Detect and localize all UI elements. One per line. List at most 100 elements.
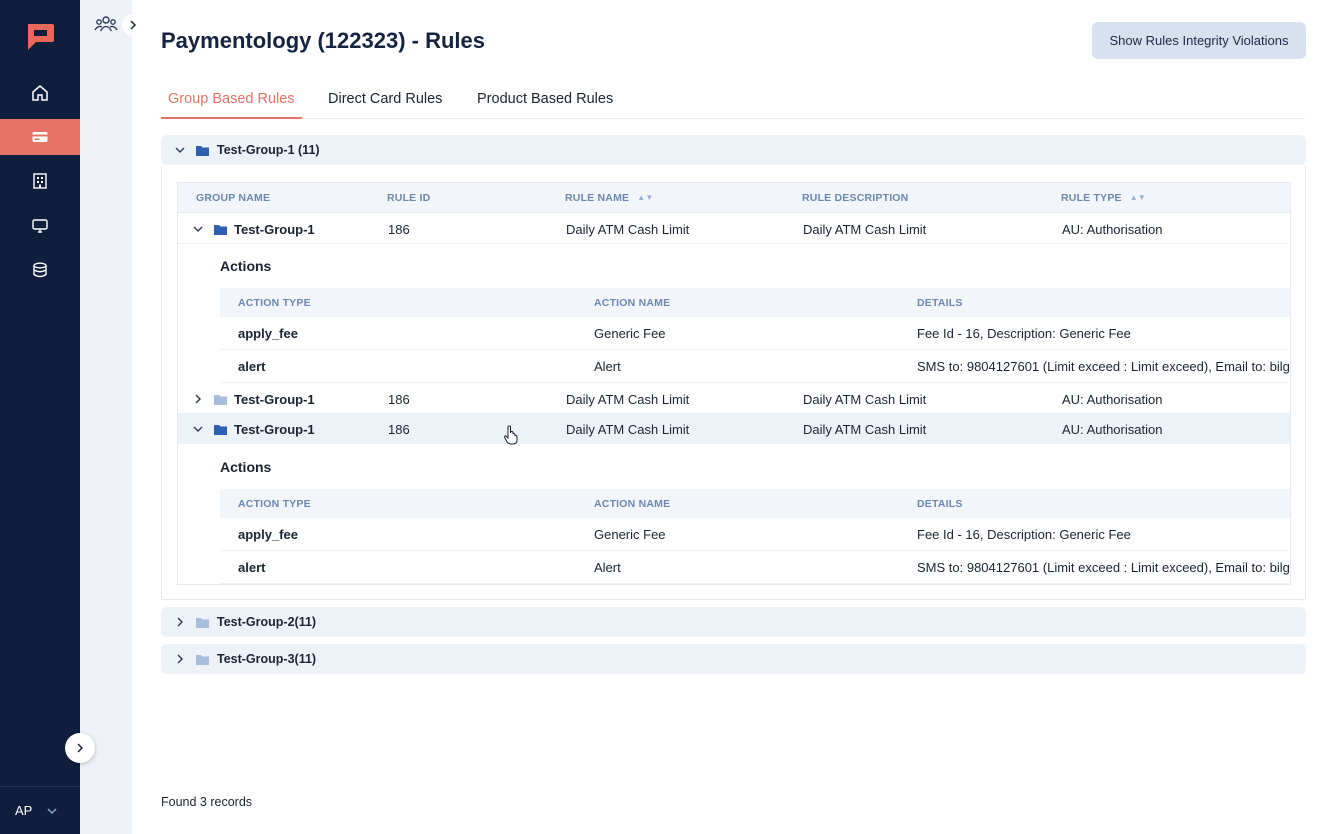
rule-type-cell: AU: Authorisation xyxy=(1062,222,1163,237)
column-header-rule-name[interactable]: RULE NAME ▲▼ xyxy=(565,192,653,204)
chevron-down-icon[interactable] xyxy=(192,223,204,235)
rule-description-cell: Daily ATM Cash Limit xyxy=(803,392,927,407)
chevron-right-icon xyxy=(177,654,183,664)
database-icon xyxy=(33,262,47,278)
page-title: Paymentology (122323) - Rules xyxy=(161,28,486,53)
user-initials: AP xyxy=(15,803,33,818)
chevron-right-icon[interactable] xyxy=(192,393,204,405)
action-name-cell: Alert xyxy=(594,560,621,575)
group-panel: Test-Group-1 (11) xyxy=(161,135,1306,165)
chevron-right-icon xyxy=(177,617,183,627)
rules-table: GROUP NAME RULE ID RULE NAME ▲▼ RULE DESC… xyxy=(177,182,1291,585)
rule-name-cell: Daily ATM Cash Limit xyxy=(566,422,690,437)
column-header-action-type: ACTION TYPE xyxy=(238,297,311,309)
table-row[interactable]: Test-Group-1 186 Daily ATM Cash Limit Da… xyxy=(178,384,1290,414)
chevron-right-icon xyxy=(130,20,137,30)
rule-type-cell: AU: Authorisation xyxy=(1062,392,1163,407)
actions-table-header: ACTION TYPE ACTION NAME DETAILS xyxy=(220,288,1290,317)
monitor-icon xyxy=(32,219,48,233)
show-violations-button[interactable]: Show Rules Integrity Violations xyxy=(1092,22,1306,59)
action-row: alert Alert SMS to: 9804127601 (Limit ex… xyxy=(220,551,1290,584)
column-header-action-name: ACTION NAME xyxy=(594,498,671,510)
column-header-label: RULE NAME xyxy=(565,192,630,204)
group-name-cell: Test-Group-1 xyxy=(234,422,315,437)
nav-terminals[interactable] xyxy=(0,208,80,244)
tab-direct-card-rules[interactable]: Direct Card Rules xyxy=(328,91,442,119)
group-name-cell: Test-Group-1 xyxy=(234,392,315,407)
column-header-group-name: GROUP NAME xyxy=(196,192,271,204)
column-header-action-type: ACTION TYPE xyxy=(238,498,311,510)
nav-data[interactable] xyxy=(0,252,80,288)
folder-icon xyxy=(196,617,209,628)
rule-id-cell: 186 xyxy=(388,222,410,237)
home-icon xyxy=(32,85,48,101)
folder-icon xyxy=(214,225,227,235)
rules-tabs: Group Based Rules Direct Card Rules Prod… xyxy=(161,82,1305,119)
nav-organisations[interactable] xyxy=(0,163,80,199)
tab-group-based-rules[interactable]: Group Based Rules xyxy=(161,91,302,119)
group-header[interactable]: Test-Group-2(11) xyxy=(161,607,1306,637)
expand-sidebar-button[interactable] xyxy=(65,733,95,763)
action-type-cell: alert xyxy=(238,359,266,374)
group-name-cell: Test-Group-1 xyxy=(234,222,315,237)
paymentology-logo[interactable] xyxy=(24,22,56,52)
actions-title: Actions xyxy=(220,459,272,475)
column-header-details: DETAILS xyxy=(917,498,963,510)
action-type-cell: apply_fee xyxy=(238,527,298,542)
rule-id-cell: 186 xyxy=(388,392,410,407)
action-name-cell: Generic Fee xyxy=(594,326,666,341)
rule-name-cell: Daily ATM Cash Limit xyxy=(566,392,690,407)
left-navigation: AP xyxy=(0,0,80,834)
action-type-cell: apply_fee xyxy=(238,326,298,341)
actions-table-header: ACTION TYPE ACTION NAME DETAILS xyxy=(220,489,1290,518)
group-header[interactable]: Test-Group-1 (11) xyxy=(161,135,1306,165)
rule-type-cell: AU: Authorisation xyxy=(1062,422,1163,437)
column-header-label: RULE TYPE xyxy=(1061,192,1122,204)
action-details-cell: SMS to: 9804127601 (Limit exceed : Limit… xyxy=(917,359,1291,374)
nav-home[interactable] xyxy=(0,75,80,111)
folder-icon xyxy=(196,145,209,156)
table-row[interactable]: Test-Group-1 186 Daily ATM Cash Limit Da… xyxy=(178,414,1290,444)
chevron-down-icon xyxy=(175,147,185,153)
group-header[interactable]: Test-Group-3(11) xyxy=(161,644,1306,674)
sort-icon[interactable]: ▲▼ xyxy=(1130,193,1146,202)
rule-description-cell: Daily ATM Cash Limit xyxy=(803,222,927,237)
rule-id-cell: 186 xyxy=(388,422,410,437)
group-panel: Test-Group-3(11) xyxy=(161,644,1306,674)
column-header-details: DETAILS xyxy=(917,297,963,309)
records-count: Found 3 records xyxy=(161,795,253,809)
table-header: GROUP NAME RULE ID RULE NAME ▲▼ RULE DESC… xyxy=(178,183,1290,213)
expand-rail-button[interactable] xyxy=(122,14,144,36)
users-group-icon[interactable] xyxy=(94,14,118,36)
chevron-down-icon xyxy=(47,807,57,814)
group-label: Test-Group-2(11) xyxy=(217,615,317,629)
folder-icon xyxy=(214,425,227,435)
column-header-action-name: ACTION NAME xyxy=(594,297,671,309)
action-name-cell: Generic Fee xyxy=(594,527,666,542)
action-row: apply_fee Generic Fee Fee Id - 16, Descr… xyxy=(220,317,1290,350)
nav-cards[interactable] xyxy=(0,119,80,155)
group-label: Test-Group-3(11) xyxy=(217,652,317,666)
hand-cursor-icon xyxy=(503,425,518,445)
folder-icon xyxy=(214,395,227,405)
sort-icon[interactable]: ▲▼ xyxy=(637,193,653,202)
action-details-cell: SMS to: 9804127601 (Limit exceed : Limit… xyxy=(917,560,1291,575)
rule-description-cell: Daily ATM Cash Limit xyxy=(803,422,927,437)
rule-name-cell: Daily ATM Cash Limit xyxy=(566,222,690,237)
chevron-down-icon[interactable] xyxy=(192,423,204,435)
card-icon xyxy=(32,132,48,142)
column-header-rule-type[interactable]: RULE TYPE ▲▼ xyxy=(1061,192,1146,204)
tab-product-based-rules[interactable]: Product Based Rules xyxy=(477,91,613,119)
group-panel: Test-Group-2(11) xyxy=(161,607,1306,637)
action-details-cell: Fee Id - 16, Description: Generic Fee xyxy=(917,326,1131,341)
action-name-cell: Alert xyxy=(594,359,621,374)
building-icon xyxy=(33,173,47,189)
folder-icon xyxy=(196,654,209,665)
chevron-right-icon xyxy=(77,743,84,753)
action-row: alert Alert SMS to: 9804127601 (Limit ex… xyxy=(220,350,1290,383)
user-menu[interactable]: AP xyxy=(0,786,80,834)
actions-title: Actions xyxy=(220,258,272,274)
group-label: Test-Group-1 (11) xyxy=(217,143,320,157)
table-row[interactable]: Test-Group-1 186 Daily ATM Cash Limit Da… xyxy=(178,214,1290,244)
column-header-rule-id: RULE ID xyxy=(387,192,431,204)
